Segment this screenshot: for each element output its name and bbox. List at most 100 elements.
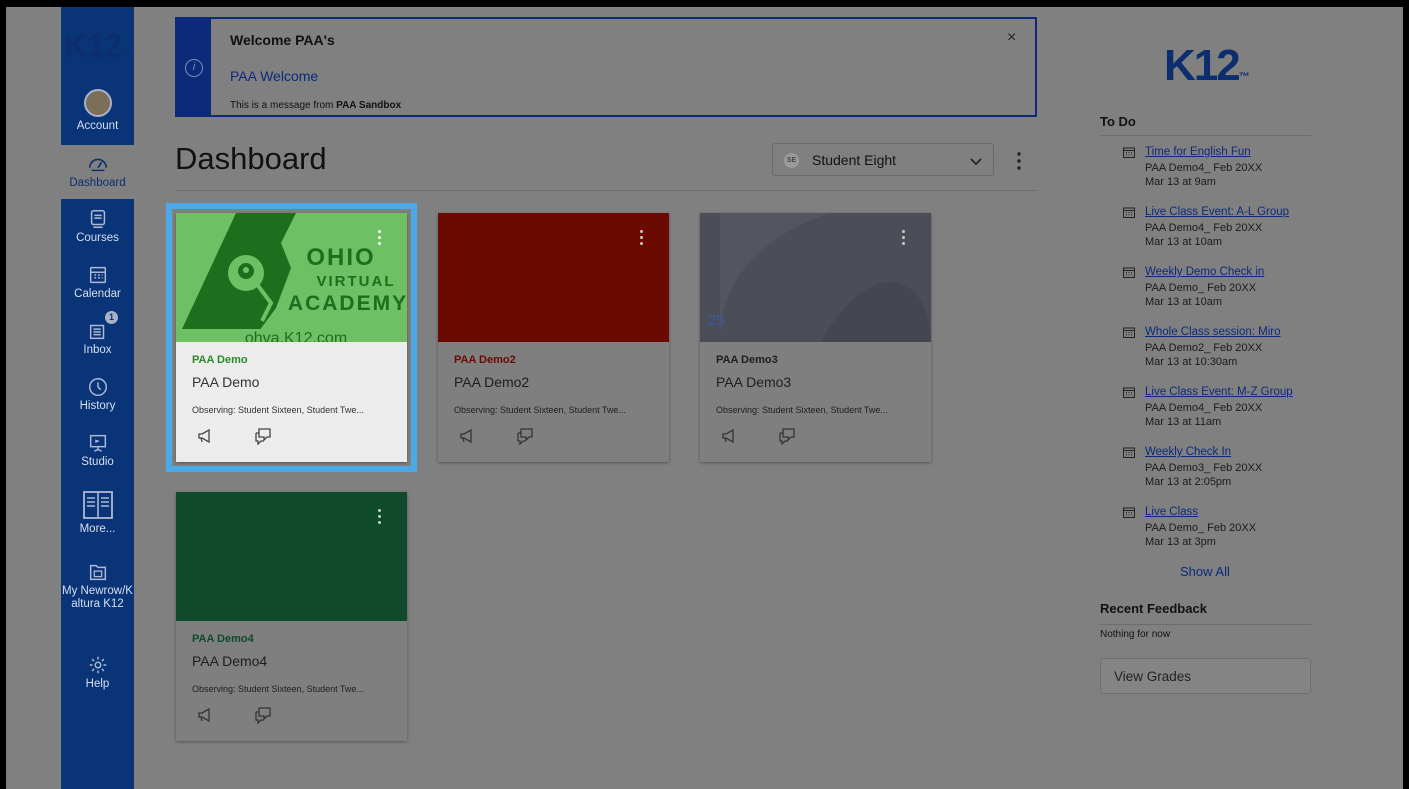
calendar-icon [1123, 327, 1135, 338]
todo-item-course: PAA Demo4_ Feb 20XX [1145, 162, 1263, 174]
course-card[interactable]: OHIO VIRTUAL ACADEMY ohva.K12.com PAA De… [166, 203, 417, 472]
course-code: PAA Demo3 [716, 354, 778, 366]
observing-text: Observing: Student Sixteen, Student Twe.… [192, 405, 364, 415]
calendar-icon [1123, 267, 1135, 278]
nav-studio[interactable]: Studio [61, 426, 134, 478]
card-options-icon[interactable] [378, 509, 382, 527]
recent-feedback-empty: Nothing for now [1100, 629, 1171, 640]
announcement-title: Welcome PAA's [230, 32, 335, 48]
course-name: PAA Demo2 [454, 374, 530, 390]
card-actions [458, 427, 570, 450]
card-options-icon[interactable] [902, 230, 906, 248]
todo-item-title[interactable]: Live Class Event: M-Z Group [1145, 386, 1323, 399]
nav-history-label: History [79, 400, 116, 412]
nav-inbox[interactable]: 1 Inbox [61, 311, 134, 366]
nav-dashboard[interactable]: Dashboard [61, 145, 134, 199]
nav-more-label: More... [79, 523, 116, 535]
course-card[interactable]: 25 PAA Demo3 PAA Demo3 Observing: Studen… [700, 213, 931, 462]
observee-avatar: SE [784, 153, 799, 168]
todo-item-title[interactable]: Weekly Check In [1145, 446, 1323, 459]
nav-help[interactable]: Help [61, 650, 134, 702]
todo-item: Time for English Fun PAA Demo4_ Feb 20XX M… [1123, 146, 1323, 189]
course-card[interactable]: PAA Demo2 PAA Demo2 Observing: Student S… [438, 213, 669, 462]
observing-text: Observing: Student Sixteen, Student Twe.… [192, 684, 364, 694]
view-grades-button[interactable]: View Grades [1100, 658, 1311, 694]
k12-logo[interactable]: K12™ [64, 27, 132, 65]
announcements-icon[interactable] [458, 427, 476, 445]
todo-item-title[interactable]: Whole Class session: Miro [1145, 326, 1323, 339]
course-card[interactable]: PAA Demo4 PAA Demo4 Observing: Student S… [176, 492, 407, 741]
announcement-link[interactable]: PAA Welcome [230, 68, 318, 84]
hero-line2: VIRTUAL [317, 273, 396, 290]
course-name: PAA Demo [192, 374, 260, 390]
page-title: Dashboard [175, 141, 327, 176]
nav-more[interactable]: More... [61, 485, 134, 551]
nav-account[interactable]: Account [61, 81, 134, 143]
calendar-icon [1123, 447, 1135, 458]
studio-icon [89, 434, 106, 452]
calendar-icon [1123, 207, 1135, 218]
folder-icon [89, 564, 106, 581]
observee-name: Student Eight [812, 152, 897, 168]
card-options-icon[interactable] [378, 230, 382, 248]
todo-item: Whole Class session: Miro PAA Demo2_ Feb … [1123, 326, 1323, 369]
discussions-icon[interactable] [254, 706, 272, 725]
nav-calendar-label: Calendar [74, 288, 121, 300]
observee-select[interactable]: SE Student Eight [772, 143, 994, 176]
todo-item-course: PAA Demo4_ Feb 20XX [1145, 222, 1263, 234]
gear-icon [89, 656, 106, 674]
course-card-hero[interactable] [438, 213, 669, 342]
chevron-down-icon [970, 158, 982, 166]
close-icon[interactable]: × [1007, 29, 1016, 47]
hero-mark: 25 [708, 312, 725, 329]
nav-history[interactable]: History [61, 370, 134, 422]
courses-icon [90, 210, 105, 228]
todo-item-title[interactable]: Time for English Fun [1145, 146, 1323, 159]
announcements-icon[interactable] [196, 706, 214, 724]
nav-dashboard-label: Dashboard [69, 177, 126, 189]
discussions-icon[interactable] [254, 427, 272, 446]
dashboard-options-icon[interactable] [1016, 151, 1022, 171]
nav-courses[interactable]: Courses [61, 202, 134, 254]
course-name: PAA Demo3 [716, 374, 792, 390]
more-apps-icon [82, 491, 113, 519]
recent-feedback-divider [1100, 624, 1311, 625]
discussions-icon[interactable] [778, 427, 796, 446]
calendar-icon [1123, 387, 1135, 398]
ohio-virtual-academy-logo: OHIO VIRTUAL ACADEMY ohva.K12.com [176, 213, 407, 342]
card-actions [196, 427, 308, 450]
course-card-hero[interactable] [176, 492, 407, 621]
nav-help-label: Help [85, 678, 110, 690]
course-code: PAA Demo [192, 354, 248, 366]
recent-feedback-heading: Recent Feedback [1100, 601, 1207, 616]
todo-item-title[interactable]: Weekly Demo Check in [1145, 266, 1323, 279]
todo-item-title[interactable]: Live Class Event: A-L Group [1145, 206, 1323, 219]
observing-text: Observing: Student Sixteen, Student Twe.… [716, 405, 888, 415]
course-card-hero[interactable]: 25 [700, 213, 931, 342]
course-name: PAA Demo4 [192, 653, 268, 669]
hero-pattern: 25 [708, 213, 931, 342]
todo-divider [1100, 135, 1311, 136]
announcements-icon[interactable] [720, 427, 738, 445]
show-all-link[interactable]: Show All [1180, 564, 1230, 579]
todo-heading: To Do [1100, 114, 1136, 129]
todo-item: Weekly Check In PAA Demo3_ Feb 20XX Mar 13… [1123, 446, 1323, 489]
discussions-icon[interactable] [516, 427, 534, 446]
dashboard-icon [88, 158, 107, 172]
nav-newrow-kaltura[interactable]: My Newrow/Kaltura K12 [61, 557, 134, 643]
course-card-hero[interactable]: OHIO VIRTUAL ACADEMY ohva.K12.com [176, 213, 407, 342]
todo-item: Live Class Event: A-L Group PAA Demo4_ Fe… [1123, 206, 1323, 249]
todo-item: Weekly Demo Check in PAA Demo_ Feb 20XX Ma… [1123, 266, 1323, 309]
card-options-icon[interactable] [640, 230, 644, 248]
course-code: PAA Demo4 [192, 633, 254, 645]
announcements-icon[interactable] [196, 427, 214, 445]
k12-sidebar-logo: K12™ [1164, 41, 1250, 90]
info-icon: i [185, 59, 203, 77]
page: K12™ Account Dashboard Courses Calendar … [6, 7, 1403, 789]
todo-item-course: PAA Demo_ Feb 20XX [1145, 282, 1257, 294]
header-divider [175, 190, 1037, 191]
inbox-icon [89, 324, 104, 340]
nav-calendar[interactable]: Calendar [61, 258, 134, 310]
todo-item-title[interactable]: Live Class [1145, 506, 1323, 519]
calendar-icon [89, 266, 106, 284]
